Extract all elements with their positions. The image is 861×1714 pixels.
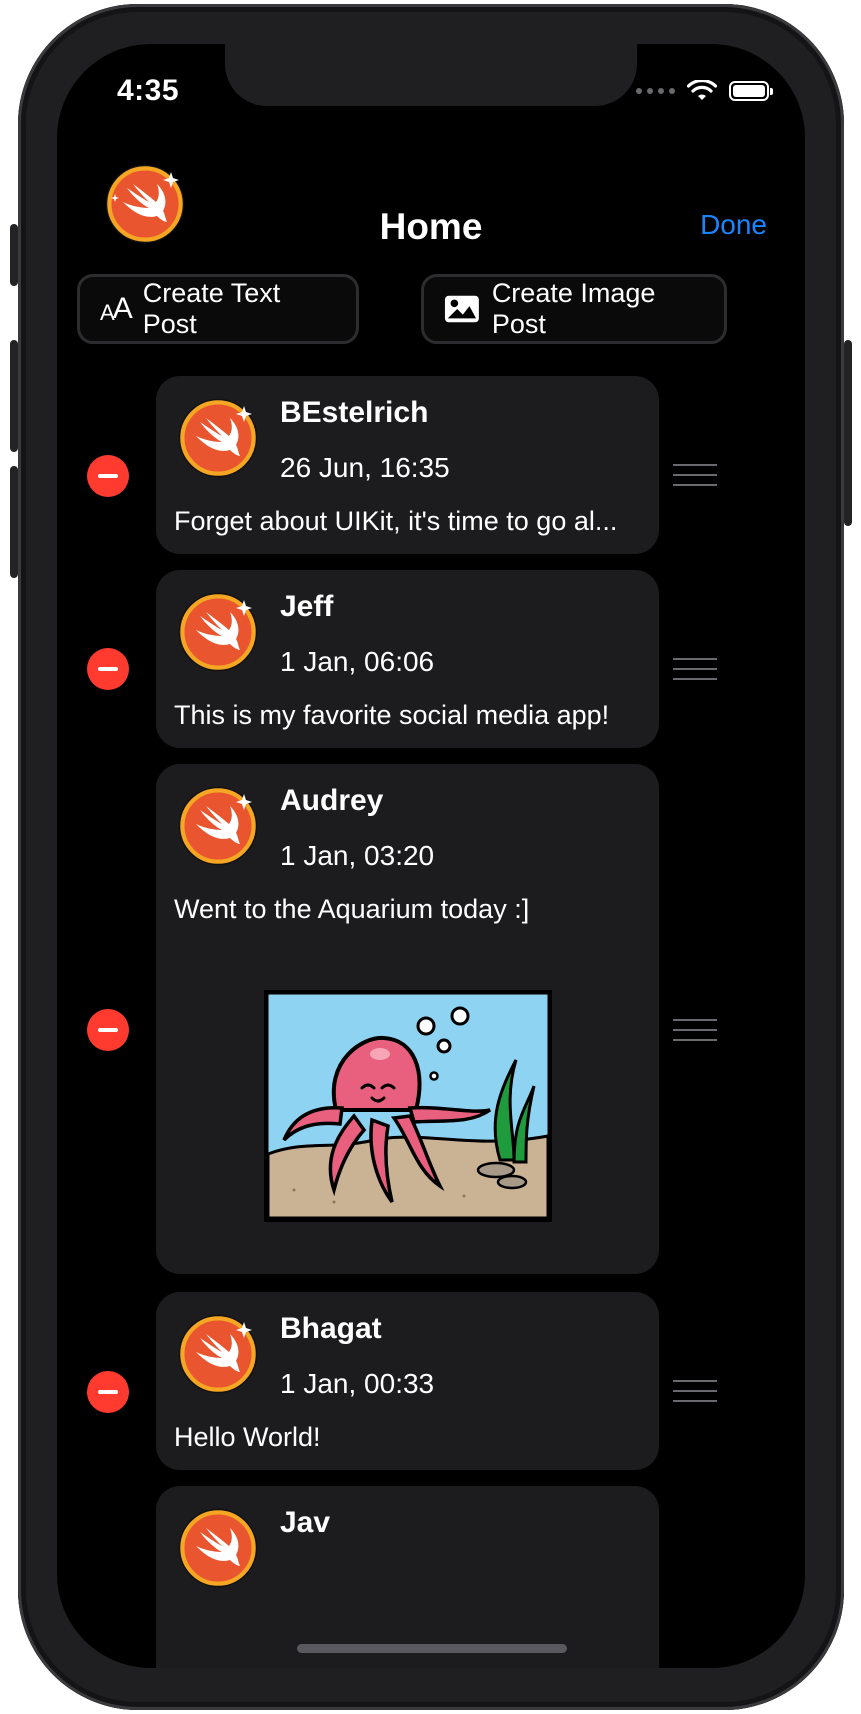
notch — [225, 44, 637, 106]
swift-bird-logo-icon — [178, 1508, 258, 1588]
status-time: 4:35 — [117, 74, 180, 107]
post-time: 1 Jan, 03:20 — [280, 840, 435, 871]
create-text-post-button[interactable]: AA Create Text Post — [77, 274, 359, 344]
volume-down-button — [10, 466, 18, 578]
wifi-icon — [687, 80, 717, 100]
navigation-bar: Home Done — [57, 164, 805, 284]
delete-post-button[interactable] — [87, 1371, 129, 1413]
swift-bird-logo-icon — [178, 1314, 258, 1394]
done-button[interactable]: Done — [700, 209, 767, 241]
signal-icon — [636, 88, 675, 94]
status-icons — [636, 80, 773, 102]
reorder-handle-icon[interactable] — [673, 464, 717, 488]
battery-icon — [729, 81, 773, 101]
post-avatar — [178, 592, 258, 677]
power-button — [844, 340, 852, 526]
reorder-handle-icon[interactable] — [673, 1380, 717, 1404]
post-avatar — [178, 398, 258, 483]
post-text: Went to the Aquarium today :] — [174, 894, 530, 924]
post-card[interactable]: BEstelrich 26 Jun, 16:35 Forget about UI… — [156, 376, 659, 554]
post-card[interactable]: Jeff 1 Jan, 06:06 This is my favorite so… — [156, 570, 659, 748]
octopus-aquarium-image — [264, 990, 552, 1222]
post-card[interactable]: Audrey 1 Jan, 03:20 Went to the Aquarium… — [156, 764, 659, 1274]
reorder-handle-icon[interactable] — [673, 658, 717, 682]
text-size-icon: AA — [100, 292, 133, 325]
screen: 4:35 Home Done AA Create Text Post Creat… — [57, 44, 805, 1668]
photo-icon — [444, 295, 479, 323]
post-author: Jav — [280, 1506, 331, 1539]
post-text: Forget about UIKit, it's time to go al..… — [174, 506, 618, 536]
post-author: Audrey — [280, 784, 384, 817]
create-text-post-label: Create Text Post — [142, 278, 281, 339]
swift-bird-logo-icon — [178, 592, 258, 672]
post-card[interactable]: Jav — [156, 1486, 659, 1668]
post-time: 26 Jun, 16:35 — [280, 452, 450, 483]
reorder-handle-icon[interactable] — [673, 1019, 717, 1043]
post-avatar — [178, 786, 258, 871]
post-time: 1 Jan, 06:06 — [280, 646, 435, 677]
swift-bird-logo-icon — [178, 398, 258, 478]
post-text: This is my favorite social media app! — [174, 700, 610, 730]
delete-post-button[interactable] — [87, 648, 129, 690]
post-card[interactable]: Bhagat 1 Jan, 00:33 Hello World! — [156, 1292, 659, 1470]
delete-post-button[interactable] — [87, 1009, 129, 1051]
create-image-post-label: Create Image Post — [491, 278, 656, 339]
post-author: BEstelrich — [280, 396, 429, 429]
home-indicator[interactable] — [297, 1644, 567, 1653]
post-text: Hello World! — [174, 1422, 321, 1452]
delete-post-button[interactable] — [87, 455, 129, 497]
post-avatar — [178, 1508, 258, 1593]
create-image-post-button[interactable]: Create Image Post — [421, 274, 727, 344]
swift-bird-logo-icon — [178, 786, 258, 866]
post-time: 1 Jan, 00:33 — [280, 1368, 435, 1399]
mute-switch — [10, 224, 18, 286]
page-title: Home — [379, 206, 483, 247]
volume-up-button — [10, 340, 18, 452]
post-author: Jeff — [280, 590, 334, 623]
post-avatar — [178, 1314, 258, 1399]
post-author: Bhagat — [280, 1312, 382, 1345]
